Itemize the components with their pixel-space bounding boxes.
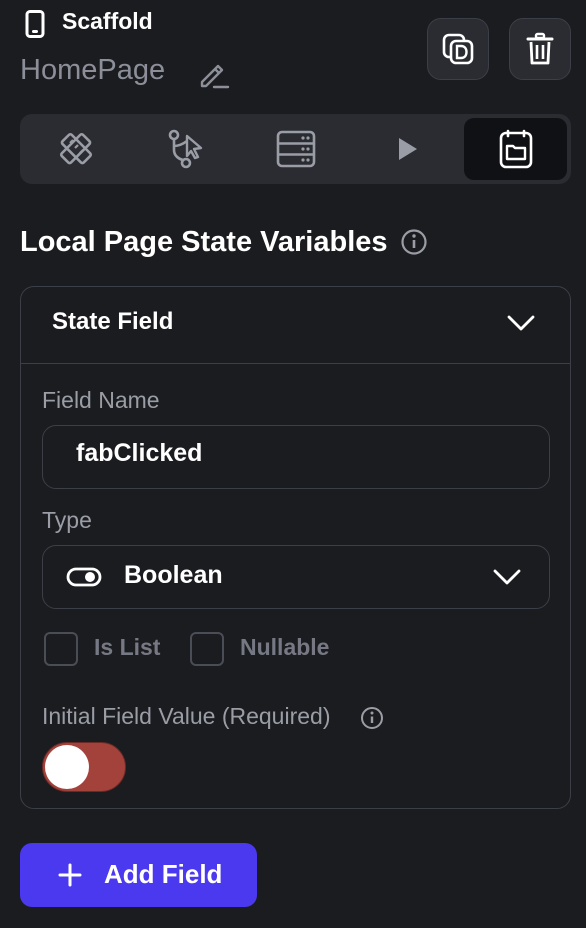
property-tab-bar — [20, 114, 571, 184]
type-selected-value[interactable]: Boolean — [124, 561, 223, 590]
pencil-icon[interactable] — [196, 58, 230, 90]
is-list-label[interactable]: Is List — [94, 634, 160, 661]
is-list-checkbox[interactable] — [44, 632, 78, 666]
info-icon[interactable] — [400, 228, 428, 256]
add-field-label: Add Field — [104, 859, 223, 889]
field-name-label: Field Name — [42, 387, 160, 413]
nullable-label[interactable]: Nullable — [240, 634, 329, 661]
chevron-down-icon[interactable] — [490, 560, 524, 594]
backend-query-icon — [276, 130, 315, 168]
type-label: Type — [42, 507, 92, 533]
tab-page-state[interactable] — [464, 118, 567, 180]
section-title: Local Page State Variables — [20, 226, 388, 258]
initial-value-label: Initial Field Value (Required) — [42, 703, 331, 729]
page-name: HomePage — [20, 54, 166, 86]
duplicate-button[interactable] — [427, 18, 489, 80]
initial-value-switch[interactable] — [42, 742, 126, 792]
phone-icon — [25, 10, 45, 38]
info-icon[interactable] — [360, 706, 384, 730]
tab-design[interactable] — [24, 118, 127, 180]
delete-button[interactable] — [509, 18, 571, 80]
widget-type-label: Scaffold — [62, 8, 153, 34]
design-tools-icon — [59, 132, 92, 165]
card-divider — [21, 363, 570, 364]
plus-icon — [58, 863, 82, 887]
switch-knob — [45, 745, 89, 789]
trash-icon — [526, 32, 554, 65]
nullable-checkbox[interactable] — [190, 632, 224, 666]
type-dropdown[interactable] — [42, 545, 550, 609]
toggle-icon — [66, 567, 102, 587]
state-field-header[interactable]: State Field — [52, 308, 173, 336]
chevron-down-icon[interactable] — [504, 306, 538, 340]
play-icon — [398, 138, 417, 160]
duplicate-icon — [442, 33, 474, 65]
tab-preview[interactable] — [354, 118, 457, 180]
page-state-icon — [499, 129, 532, 169]
actions-flow-icon — [168, 129, 202, 169]
field-name-value[interactable]: fabClicked — [76, 439, 202, 468]
tab-backend-query[interactable] — [244, 118, 347, 180]
tab-actions[interactable] — [134, 118, 237, 180]
add-field-button[interactable]: Add Field — [20, 843, 257, 907]
